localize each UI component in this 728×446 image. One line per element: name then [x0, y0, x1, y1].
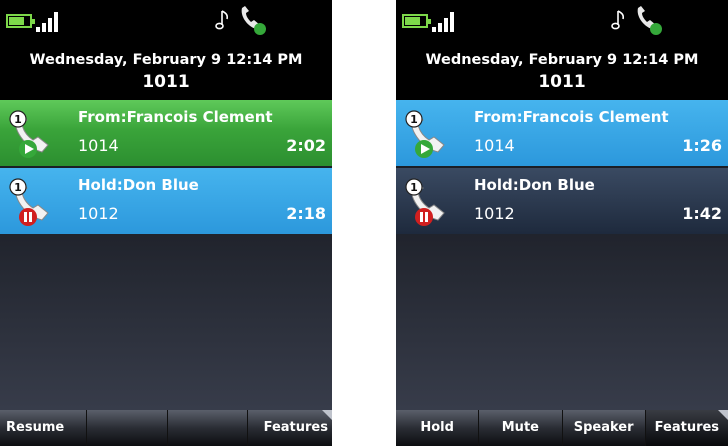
- svg-text:1: 1: [14, 181, 22, 194]
- caller-name: From:Francois Clement: [78, 108, 273, 126]
- call-duration: 2:02: [286, 136, 326, 155]
- more-indicator-icon: [322, 410, 332, 420]
- handset-status-icon: [637, 6, 662, 35]
- more-indicator-icon: [718, 410, 728, 420]
- extension-label: 1011: [142, 72, 190, 92]
- date-header: Wednesday, February 9 12:14 PM 1011: [0, 42, 332, 100]
- caller-name: From:Francois Clement: [474, 108, 669, 126]
- status-bar: [396, 0, 728, 42]
- softkey-speaker[interactable]: Speaker: [562, 410, 646, 446]
- softkey-features-label: Features: [263, 420, 328, 435]
- caller-number: 1014: [474, 136, 515, 155]
- svg-text:1: 1: [410, 113, 418, 126]
- handset-status-icon: [241, 6, 266, 35]
- signal-strength-icon: [432, 10, 460, 32]
- call-duration: 1:42: [682, 204, 722, 223]
- held-call-handset-icon: 1: [405, 178, 445, 226]
- caller-name: Hold:Don Blue: [78, 176, 199, 194]
- caller-number: 1012: [78, 204, 119, 223]
- caller-number: 1014: [78, 136, 119, 155]
- softkey-features[interactable]: Features: [645, 410, 728, 446]
- softkey-bar: Resume Features: [0, 410, 332, 446]
- softkey-resume[interactable]: Resume: [0, 410, 87, 446]
- call-item-active[interactable]: 1 From:Francois Clement 1014 2:02: [0, 100, 332, 166]
- call-duration: 1:26: [682, 136, 722, 155]
- held-call-handset-icon: 1: [9, 178, 49, 226]
- softkey-features[interactable]: Features: [248, 410, 332, 446]
- active-call-handset-icon: 1: [9, 110, 49, 158]
- active-call-handset-icon: 1: [405, 110, 445, 158]
- softkey-hold[interactable]: Hold: [396, 410, 480, 446]
- softkey-features-label: Features: [654, 420, 720, 435]
- battery-icon: [6, 14, 35, 28]
- caller-name: Hold:Don Blue: [474, 176, 595, 194]
- softkey-mute[interactable]: Mute: [479, 410, 563, 446]
- softkey-empty-2[interactable]: [86, 410, 168, 446]
- music-note-icon: [611, 10, 625, 30]
- extension-label: 1011: [538, 72, 586, 92]
- caller-number: 1012: [474, 204, 515, 223]
- date-time-label: Wednesday, February 9 12:14 PM: [29, 52, 303, 68]
- call-item-held[interactable]: 1 Hold:Don Blue 1012 1:42: [396, 168, 728, 234]
- call-item-held[interactable]: 1 Hold:Don Blue 1012 2:18: [0, 168, 332, 234]
- battery-icon: [402, 14, 431, 28]
- phone-screen-left: Wednesday, February 9 12:14 PM 1011 1 Fr…: [0, 0, 332, 446]
- phone-screen-right: Wednesday, February 9 12:14 PM 1011 1 Fr…: [396, 0, 728, 446]
- date-header: Wednesday, February 9 12:14 PM 1011: [396, 42, 728, 100]
- call-duration: 2:18: [286, 204, 326, 223]
- date-time-label: Wednesday, February 9 12:14 PM: [425, 52, 699, 68]
- call-item-active[interactable]: 1 From:Francois Clement 1014 1:26: [396, 100, 728, 166]
- softkey-empty-3[interactable]: [167, 410, 249, 446]
- svg-text:1: 1: [14, 113, 22, 126]
- svg-text:1: 1: [410, 181, 418, 194]
- music-note-icon: [215, 10, 229, 30]
- signal-strength-icon: [36, 10, 64, 32]
- status-bar: [0, 0, 332, 42]
- softkey-bar: Hold Mute Speaker Features: [396, 410, 728, 446]
